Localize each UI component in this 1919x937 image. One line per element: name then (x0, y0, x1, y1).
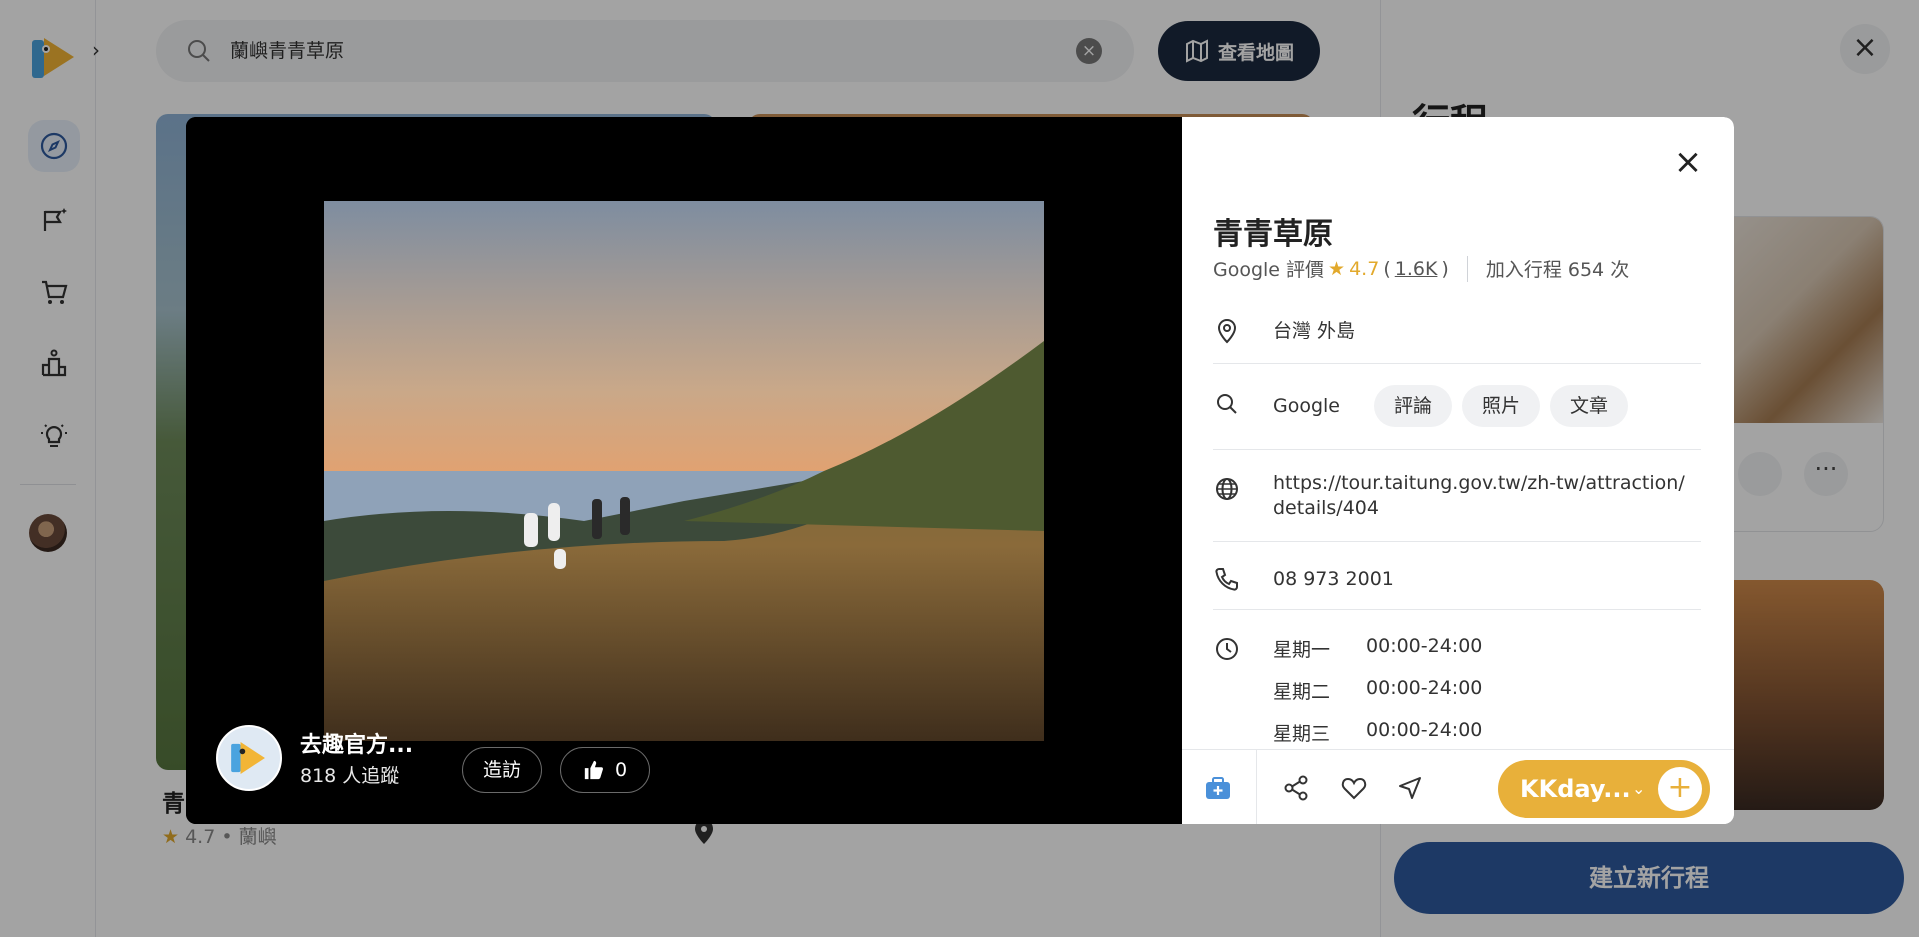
location-text: 台灣 外島 (1273, 320, 1356, 342)
chip-reviews[interactable]: 評論 (1374, 385, 1453, 427)
hours-time: 00:00-24:00 (1366, 677, 1483, 699)
photo-viewer: 去趣官方... 818 人追蹤 造訪 0 (186, 117, 1182, 824)
rating-source: Google 評價 (1213, 259, 1325, 281)
navigate-button[interactable] (1390, 768, 1430, 808)
like-count: 0 (614, 759, 628, 781)
chip-articles[interactable]: 文章 (1550, 385, 1629, 427)
paren-open: ( (1383, 257, 1391, 280)
phone-row: 08 973 2001 (1213, 561, 1701, 597)
rating-separator (1466, 255, 1468, 282)
divider (1213, 449, 1701, 450)
photo-modal: 去趣官方... 818 人追蹤 造訪 0 × 青青草原 Google 評價 ★ … (186, 117, 1734, 824)
share-icon (1284, 775, 1308, 801)
hours-time: 00:00-24:00 (1366, 635, 1483, 657)
website-row: https://tour.taitung.gov.tw/zh-tw/attrac… (1213, 471, 1701, 521)
website-link[interactable]: https://tour.taitung.gov.tw/zh-tw/attrac… (1273, 471, 1693, 521)
google-search-link[interactable]: Google (1273, 394, 1340, 418)
hours-item: 星期三 00:00-24:00 (1273, 719, 1482, 746)
add-to-trip-icon (1206, 777, 1230, 799)
search-links-row: Google 評論 照片 文章 (1213, 385, 1701, 427)
rating-row: Google 評價 ★ 4.7 (1.6K) 加入行程 654 次 (1213, 255, 1629, 282)
chip-photos[interactable]: 照片 (1462, 385, 1541, 427)
provider-label: KKday... (1520, 775, 1631, 803)
heart-icon (1341, 777, 1367, 800)
paren-close: ) (1441, 257, 1449, 280)
action-bar: KKday... ⌄ + (1182, 749, 1734, 824)
close-icon[interactable]: × (1670, 145, 1706, 181)
divider (1213, 541, 1701, 542)
hours-day: 星期一 (1273, 639, 1331, 661)
location-row: 台灣 外島 (1213, 313, 1701, 349)
divider (1213, 609, 1701, 610)
provider-add-button[interactable]: + (1658, 767, 1702, 811)
thumb-up-icon (584, 760, 603, 780)
action-bar-separator (1256, 750, 1257, 824)
rating-value: 4.7 (1349, 257, 1380, 280)
clock-icon (1216, 638, 1238, 660)
hours-time: 00:00-24:00 (1366, 719, 1483, 741)
share-button[interactable] (1276, 768, 1316, 808)
like-button[interactable]: 0 (560, 747, 650, 793)
place-photo[interactable] (324, 201, 1044, 741)
author-name[interactable]: 去趣官方... (300, 727, 413, 759)
hours-day: 星期二 (1273, 681, 1331, 703)
search-icon (1217, 394, 1237, 414)
star-icon: ★ (1328, 257, 1346, 280)
visit-button[interactable]: 造訪 (462, 747, 542, 793)
place-detail-panel: × 青青草原 Google 評價 ★ 4.7 (1.6K) 加入行程 654 次… (1182, 117, 1734, 824)
add-to-trip-button[interactable] (1198, 768, 1238, 808)
divider (1213, 363, 1701, 364)
globe-icon (1216, 478, 1238, 500)
hours-day: 星期三 (1273, 723, 1331, 745)
added-to-trip-count: 加入行程 654 次 (1485, 259, 1630, 281)
navigate-icon (1399, 777, 1421, 799)
hours-item: 星期一 00:00-24:00 (1273, 635, 1482, 662)
provider-dropdown-button[interactable]: KKday... ⌄ + (1498, 760, 1710, 818)
place-title: 青青草原 (1213, 217, 1333, 252)
hours-item: 星期二 00:00-24:00 (1273, 677, 1482, 704)
author-followers: 818 人追蹤 (300, 765, 400, 787)
phone-icon (1215, 568, 1238, 591)
phone-number[interactable]: 08 973 2001 (1273, 561, 1394, 591)
chevron-down-icon: ⌄ (1632, 779, 1646, 798)
favorite-button[interactable] (1334, 768, 1374, 808)
author-avatar[interactable] (216, 725, 282, 791)
rating-count-link[interactable]: 1.6K (1395, 258, 1438, 280)
location-pin-icon (1217, 318, 1237, 344)
